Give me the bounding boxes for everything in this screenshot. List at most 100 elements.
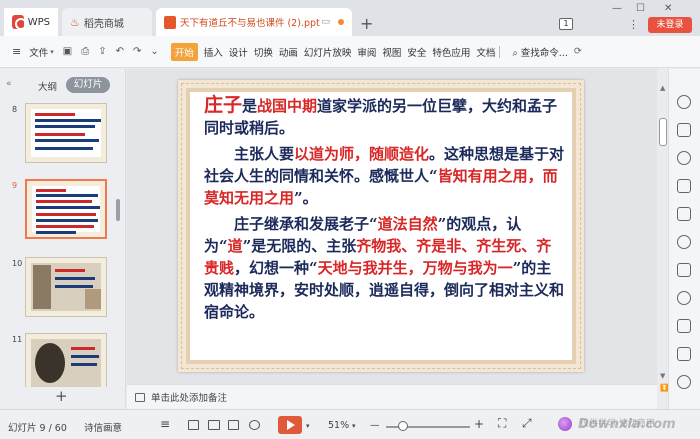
thumbnail-list: 8 9 10 11 [0, 99, 120, 387]
fullscreen-icon[interactable]: ⤢ [522, 416, 532, 431]
search-icon: ⌕ [512, 47, 521, 59]
paragraph-1: 庄子是战国中期道家学派的另一位巨擘，大约和孟子同时或稍后。 [204, 94, 558, 137]
redo-icon[interactable]: ↷ [133, 46, 141, 57]
chevron-down-icon: ▾ [50, 47, 54, 56]
tab-store[interactable]: ♨ 稻壳商城 [62, 8, 152, 36]
slide-frame: 庄子是战国中期道家学派的另一位巨擘，大约和孟子同时或稍后。 主张人要以道为师，随… [181, 83, 581, 369]
watermark: Downxia.com 仅供学习·请勿商用 [554, 412, 700, 436]
notes-toggle-icon[interactable]: ≡ [160, 417, 170, 431]
slide-thumbnail[interactable] [25, 257, 107, 317]
watermark-subtext: 仅供学习·请勿商用 [580, 419, 655, 429]
collapse-panel-icon[interactable]: « [6, 79, 12, 89]
login-button[interactable]: 未登录 [648, 17, 692, 33]
menu-design[interactable]: 设计 [229, 45, 248, 59]
animation-icon[interactable] [677, 235, 691, 249]
theme-name[interactable]: 诗信画意 [84, 420, 122, 434]
canvas-scrollbar[interactable] [659, 118, 667, 146]
more-icon[interactable]: ⋮ [628, 18, 639, 31]
scroll-down-icon[interactable]: ▼ [660, 372, 665, 380]
zoom-in-button[interactable]: + [474, 417, 484, 431]
help-icon[interactable] [677, 291, 691, 305]
zoom-level[interactable]: 51% [328, 420, 349, 431]
tab-wps-label: WPS [27, 16, 50, 28]
menu-review[interactable]: 审阅 [357, 45, 376, 59]
new-tab-button[interactable]: + [360, 14, 373, 33]
slide-text-box[interactable]: 庄子是战国中期道家学派的另一位巨擘，大约和孟子同时或稍后。 主张人要以道为师，随… [204, 94, 566, 323]
window-count-badge[interactable]: 1 [559, 18, 573, 30]
tab-outline[interactable]: 大纲 [38, 79, 57, 93]
menu-file[interactable]: 文件 [29, 45, 48, 59]
minimize-button[interactable]: — [612, 3, 622, 14]
notes-pane[interactable]: 单击此处添加备注 [127, 384, 657, 409]
tab-document[interactable]: 天下有道丘不与易也课件 (2).ppt ▭ [156, 8, 352, 36]
menu-insert[interactable]: 插入 [204, 45, 223, 59]
reading-view-icon[interactable] [228, 420, 239, 430]
print-icon[interactable]: ⎙ [81, 46, 89, 57]
copy-icon[interactable] [677, 123, 691, 137]
zoom-slider-handle[interactable] [398, 421, 408, 431]
slide-thumbnail[interactable] [25, 333, 107, 387]
zoom-out-button[interactable]: — [370, 420, 380, 431]
add-slide-button[interactable]: + [55, 387, 68, 405]
navigator-tabs: « 大纲 幻灯片 [0, 77, 126, 95]
right-toolbar [668, 69, 700, 409]
paragraph-3: 庄子继承和发展老子“道法自然”的观点，认为“道”是无限的、主张齐物我、齐是非、齐… [204, 215, 565, 321]
sync-icon[interactable]: ⟳ [574, 46, 582, 57]
dropdown-icon[interactable]: ⌄ [150, 46, 158, 57]
slide-navigator: « 大纲 幻灯片 8 9 10 11 + [0, 69, 126, 409]
menu-slideshow[interactable]: 幻灯片放映 [304, 45, 352, 59]
save-icon[interactable]: ▣ [63, 46, 72, 57]
wps-logo-icon [12, 15, 27, 30]
table-icon[interactable] [677, 207, 691, 221]
zoom-dropdown-icon[interactable]: ▾ [352, 422, 356, 430]
fit-window-icon[interactable]: ⛶ [498, 416, 506, 431]
layout-icon[interactable] [677, 263, 691, 277]
command-search[interactable]: ⌕ 查找命令... [512, 45, 567, 59]
play-options-icon[interactable]: ▾ [306, 422, 310, 430]
current-slide[interactable]: 庄子是战国中期道家学派的另一位巨擘，大约和孟子同时或稍后。 主张人要以道为师，随… [178, 80, 584, 372]
slide-sorter-icon[interactable] [208, 420, 220, 430]
menu-features[interactable]: 特色应用 [432, 45, 470, 59]
menu-bar: ≡ 文件 ▾ ▣ ⎙ ⇪ ↶ ↷ ⌄ 开始 插入 设计 切换 动画 幻灯片放映 … [0, 36, 700, 68]
title-bar: WPS ♨ 稻壳商城 天下有道丘不与易也课件 (2).ppt ▭ + 1 ⋮ —… [0, 0, 700, 36]
slide-counter: 幻灯片 9 / 60 [8, 423, 67, 434]
menu-security[interactable]: 安全 [407, 45, 426, 59]
slide-number: 9 [12, 181, 18, 190]
menu-divider [499, 45, 501, 58]
presenter-icon[interactable] [249, 420, 260, 430]
normal-view-icon[interactable] [188, 420, 199, 430]
menu-transition[interactable]: 切换 [254, 45, 273, 59]
slide-number: 10 [12, 259, 23, 268]
tab-wps-home[interactable]: WPS [4, 8, 58, 36]
slide-canvas: 庄子是战国中期道家学派的另一位巨擘，大约和孟子同时或稍后。 主张人要以道为师，随… [127, 69, 657, 384]
thumbnail-scrollbar[interactable] [116, 199, 120, 221]
monitor-icon: ▭ [321, 17, 331, 27]
maximize-button[interactable]: ☐ [636, 3, 645, 14]
tab-document-label: 天下有道丘不与易也课件 (2).ppt [179, 18, 320, 29]
tools-icon[interactable] [677, 375, 691, 389]
watermark-logo-icon [558, 417, 572, 431]
slide-thumbnail-active[interactable] [25, 179, 107, 239]
menu-view[interactable]: 视图 [382, 45, 401, 59]
slide-number: 11 [12, 335, 23, 344]
frame-icon[interactable] [677, 347, 691, 361]
notes-placeholder: 单击此处添加备注 [151, 393, 228, 404]
undo-icon[interactable]: ↶ [116, 46, 124, 57]
export-icon[interactable]: ⇪ [98, 46, 106, 57]
scroll-up-icon[interactable]: ▲ [660, 84, 665, 92]
menu-document[interactable]: 文档 [476, 45, 495, 59]
star-icon[interactable] [677, 95, 691, 109]
tab-store-label: 稻壳商城 [83, 18, 124, 30]
shape-icon[interactable] [677, 151, 691, 165]
play-slideshow-button[interactable] [278, 416, 302, 434]
fire-icon: ♨ [70, 15, 80, 29]
settings-icon[interactable] [677, 179, 691, 193]
hamburger-icon[interactable]: ≡ [12, 45, 21, 58]
menu-animation[interactable]: 动画 [279, 45, 298, 59]
slide-thumbnail[interactable] [25, 103, 107, 163]
image-icon[interactable] [677, 319, 691, 333]
menu-start[interactable]: 开始 [170, 42, 198, 61]
command-search-label: 查找命令... [520, 47, 568, 59]
close-button[interactable]: ✕ [664, 3, 672, 14]
tab-slides[interactable]: 幻灯片 [66, 77, 110, 93]
